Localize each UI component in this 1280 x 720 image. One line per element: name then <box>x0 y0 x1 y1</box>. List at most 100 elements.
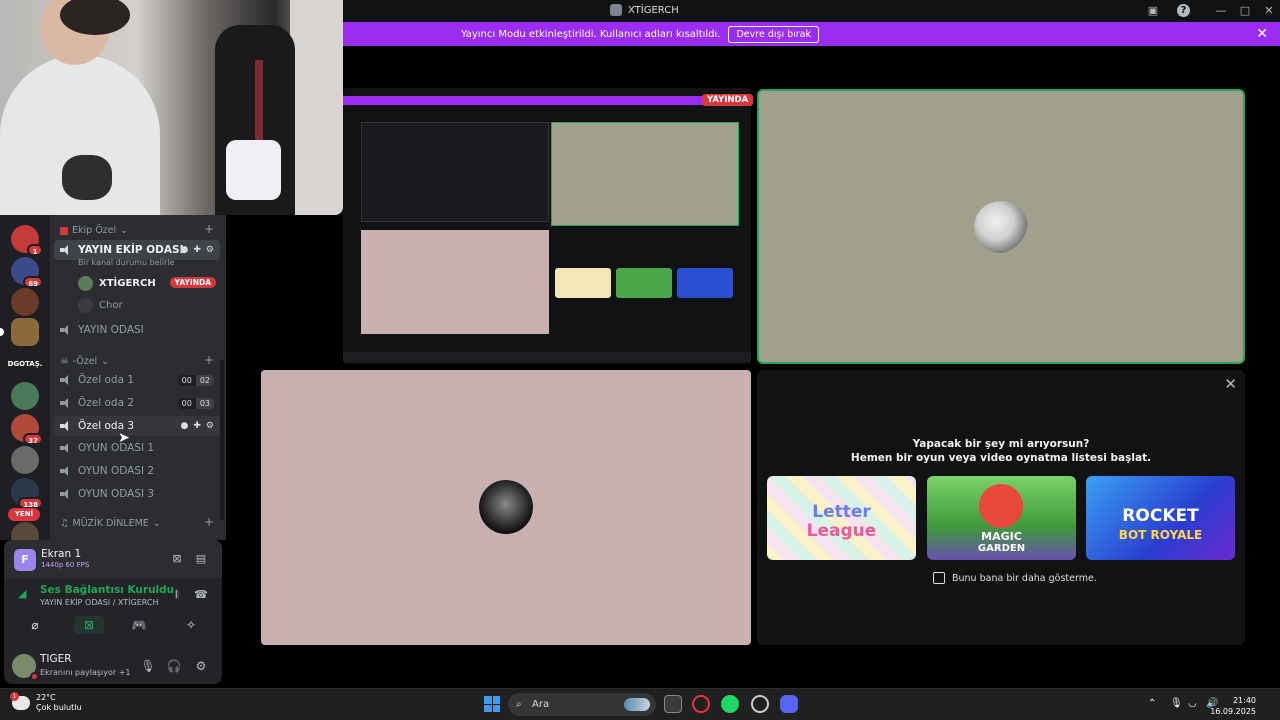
clock[interactable]: 21:40 16.09.2025 <box>1210 695 1256 717</box>
guitar-avatar <box>479 480 533 534</box>
weather-widget[interactable]: 1 22°C Çok bulutlu <box>10 692 82 713</box>
noise-suppression-icon[interactable]: 𝄃 <box>168 586 186 604</box>
stop-screen-share-icon[interactable]: ⊠ <box>168 550 186 568</box>
channel-ozel-oda-3[interactable]: Özel oda 3 ● ✚ ⚙ <box>54 416 220 436</box>
soundboard-icon[interactable]: ✧ <box>176 616 206 634</box>
game-card-magic-garden[interactable]: MAGIC GARDEN <box>927 476 1076 560</box>
speaker-icon <box>60 245 72 255</box>
camera-off-icon[interactable]: ⌀ <box>20 616 50 634</box>
game-card-rocket-bot-royale[interactable]: ROCKET BOT ROYALE <box>1086 476 1235 560</box>
banner-close-icon[interactable]: ✕ <box>1256 26 1268 42</box>
game-card-letter-league[interactable]: Letter League <box>767 476 916 560</box>
channel-ozel-oda-1[interactable]: Özel oda 1 00 02 <box>54 370 220 390</box>
channel-label: Özel oda 1 <box>78 374 135 386</box>
channel-yayin-odasi[interactable]: YAYIN ODASI <box>54 320 220 340</box>
speaker-icon <box>60 325 72 335</box>
avatar <box>78 276 93 291</box>
server-icon[interactable]: 69 <box>11 257 43 288</box>
gear-icon[interactable]: ⚙ <box>192 657 210 675</box>
channel-oyun-odasi-3[interactable]: OYUN ODASI 3 <box>54 484 220 504</box>
headphones-icon[interactable]: 🎧 <box>165 657 183 675</box>
username[interactable]: TIGER <box>40 653 72 665</box>
wifi-icon[interactable]: ◡ <box>1188 698 1197 709</box>
channel-label: Özel oda 2 <box>78 397 135 409</box>
close-icon[interactable]: ✕ <box>1224 375 1237 393</box>
server-icon[interactable] <box>11 382 39 410</box>
stream-tile-screen[interactable] <box>343 88 751 364</box>
channel-ozel-oda-2[interactable]: Özel oda 2 00 03 <box>54 393 220 413</box>
channel-label: OYUN ODASI 1 <box>78 442 155 454</box>
channel-yayin-ekip-odasi[interactable]: YAYIN EKİP ODASI ● ✚ ⚙ <box>54 240 220 260</box>
cam-shirt-print <box>62 155 112 200</box>
channel-status[interactable]: Bir kanal durumu belirle <box>78 258 174 267</box>
windows-start-icon[interactable] <box>484 696 500 712</box>
chat-icon[interactable]: ● <box>181 245 189 255</box>
add-channel-button[interactable]: + <box>204 222 214 236</box>
server-icon[interactable] <box>11 288 39 316</box>
inbox-icon[interactable]: ▣ <box>1145 3 1161 19</box>
server-icon[interactable]: 138 <box>11 478 43 509</box>
dont-show-again-row[interactable]: Bunu bana bir daha gösterme. <box>933 572 1097 584</box>
file-explorer-icon[interactable] <box>664 695 682 713</box>
opera-icon[interactable] <box>692 695 710 713</box>
minimize-button[interactable]: — <box>1213 3 1229 19</box>
chat-icon[interactable]: ● <box>181 421 189 431</box>
screen-share-icon[interactable]: ⊠ <box>74 616 104 634</box>
spotify-icon[interactable] <box>721 695 739 713</box>
channel-label: YAYIN ODASI <box>78 324 144 336</box>
taskbar-search[interactable]: ⌕ Ara <box>508 693 656 716</box>
search-placeholder: Ara <box>532 699 550 710</box>
close-window-button[interactable]: ✕ <box>1261 3 1277 19</box>
gear-icon[interactable]: ⚙ <box>206 421 214 431</box>
tray-mic-icon[interactable]: 🎙 <box>1170 698 1183 709</box>
speaker-icon <box>60 443 72 453</box>
maximize-button[interactable]: □ <box>1237 3 1253 19</box>
user-count: 00 03 <box>177 397 214 409</box>
dont-show-again-checkbox[interactable] <box>933 572 945 584</box>
microphone-icon[interactable]: 🎙 <box>139 657 157 675</box>
category-muzik-dinleme[interactable]: ♫ MÜZİK DİNLEME ⌄ <box>60 518 161 529</box>
speaker-icon <box>60 375 72 385</box>
voice-member-xtigerch[interactable]: XTİGERCH <box>78 276 156 291</box>
voice-status-title[interactable]: Ses Bağlantısı Kuruldu <box>40 584 174 596</box>
signal-icon[interactable]: ◢ <box>18 588 30 600</box>
gear-icon[interactable]: ⚙ <box>206 245 214 255</box>
voice-status-channel[interactable]: YAYIN EKİP ODASI / XTİGERCH <box>40 598 159 607</box>
mini-game-card <box>616 268 672 298</box>
server-icon[interactable]: 37 <box>11 414 43 445</box>
user-status[interactable]: Ekranını paylaşıyor +1 <box>40 668 131 677</box>
mouse-cursor: ➤ <box>118 430 130 446</box>
help-icon[interactable]: ? <box>1177 4 1190 17</box>
disconnect-icon[interactable]: ☎ <box>192 586 210 604</box>
channel-oyun-odasi-1[interactable]: OYUN ODASI 1 <box>54 438 220 458</box>
chevron-down-icon: ⌄ <box>101 356 110 367</box>
channel-oyun-odasi-2[interactable]: OYUN ODASI 2 <box>54 461 220 481</box>
stream-tile-tiger[interactable] <box>757 89 1245 364</box>
add-channel-button[interactable]: + <box>204 515 214 529</box>
server-icon[interactable] <box>11 446 39 474</box>
category-ozel[interactable]: ☠ -Özel ⌄ <box>60 356 109 367</box>
chevron-down-icon: ⌄ <box>152 518 161 529</box>
screen-settings-icon[interactable]: ▤ <box>192 550 210 568</box>
activity-icon[interactable]: 🎮 <box>124 616 154 634</box>
server-icon[interactable] <box>11 318 39 346</box>
cam-light <box>226 140 281 200</box>
cam-person <box>0 55 160 215</box>
count-limit: 03 <box>195 397 214 409</box>
mention-badge: 69 <box>23 276 43 288</box>
voice-member-chor[interactable]: Chor <box>78 298 123 313</box>
mini-game-card <box>555 268 611 298</box>
scrollbar[interactable] <box>220 360 224 520</box>
invite-icon[interactable]: ✚ <box>193 245 201 255</box>
disable-streamer-mode-button[interactable]: Devre dışı bırak <box>728 25 820 43</box>
steam-icon[interactable] <box>751 695 769 713</box>
window-title-text: XTİGERCH <box>628 4 679 16</box>
tray-chevron-icon[interactable]: ⌃ <box>1148 698 1156 709</box>
stream-tile-guitar[interactable] <box>261 370 751 645</box>
search-highlight-icon <box>624 698 650 711</box>
discord-icon[interactable] <box>780 695 798 713</box>
category-ekip-ozel[interactable]: Ekip Özel ⌄ <box>60 225 128 236</box>
add-channel-button[interactable]: + <box>204 353 214 367</box>
invite-icon[interactable]: ✚ <box>193 421 201 431</box>
server-icon[interactable]: 1 <box>11 225 43 256</box>
